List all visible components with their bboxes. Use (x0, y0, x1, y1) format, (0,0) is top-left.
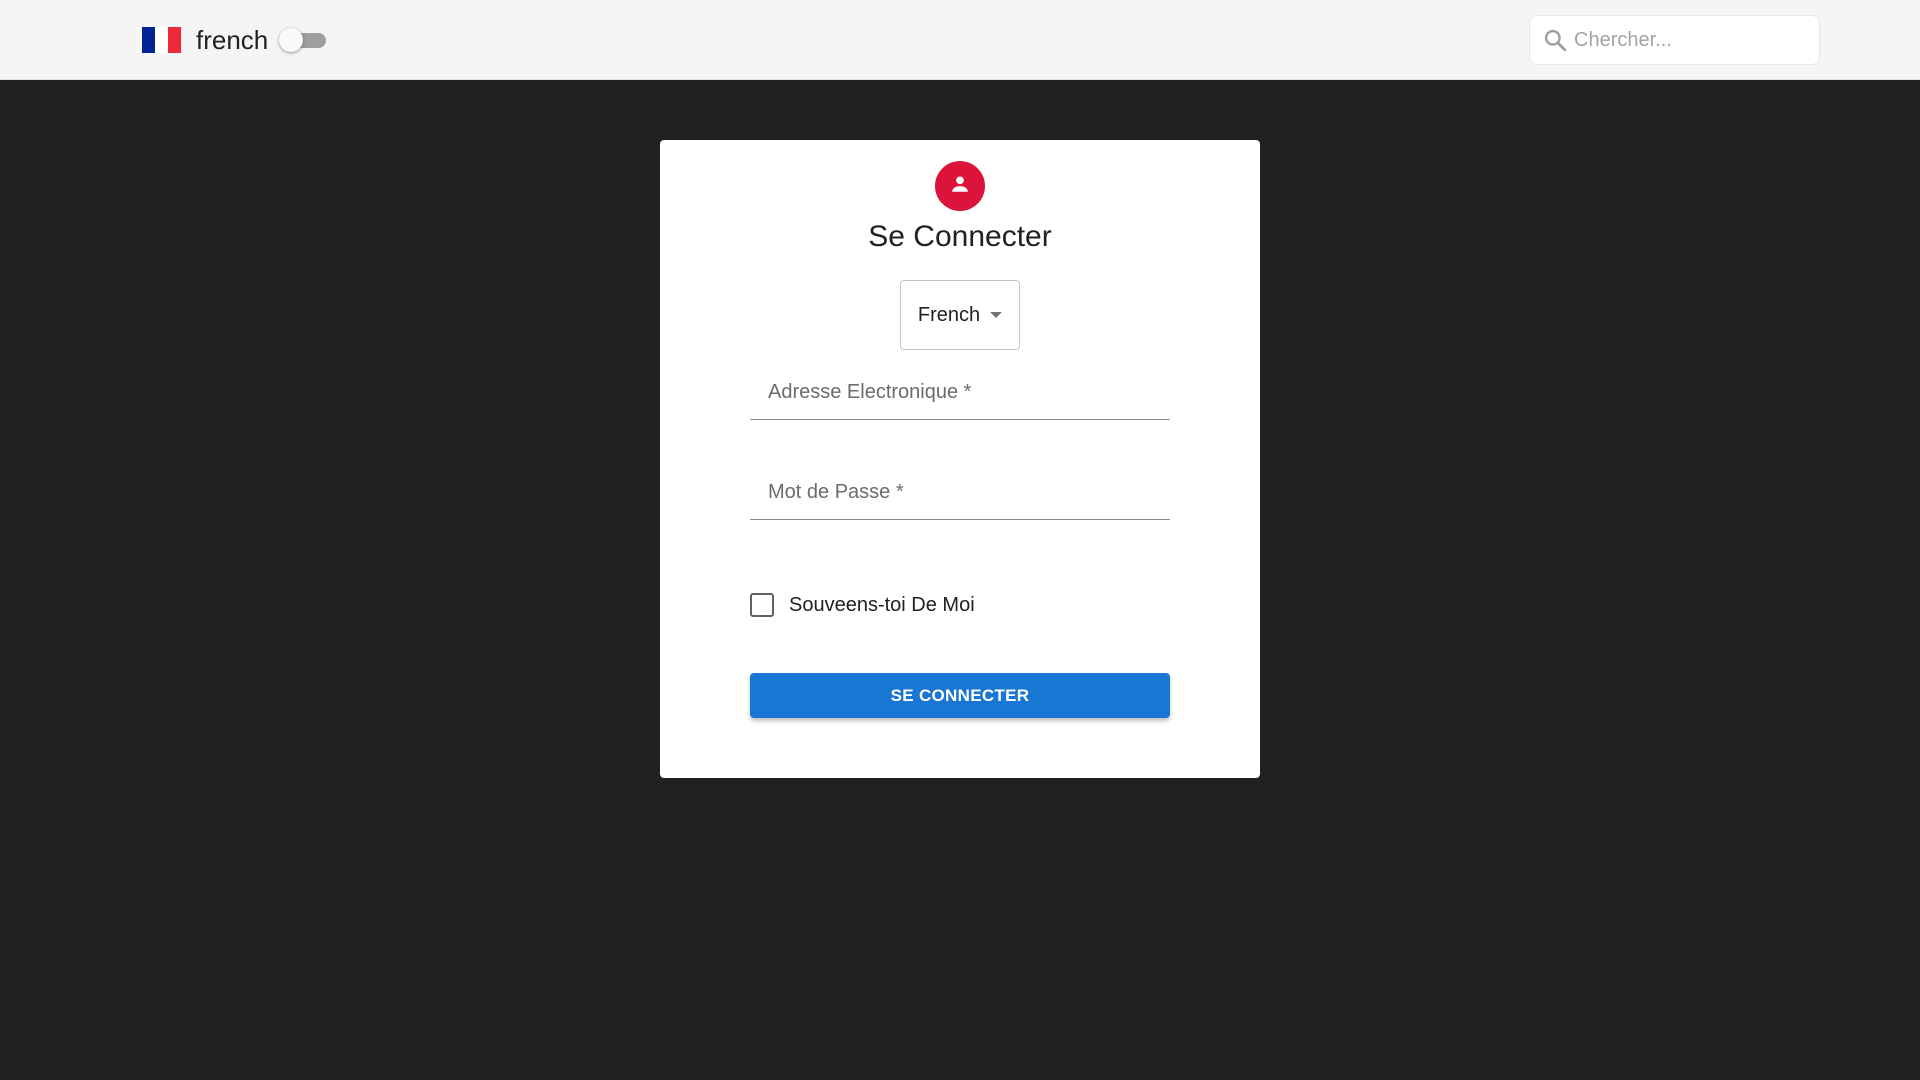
theme-toggle-switch[interactable] (279, 27, 329, 53)
email-input[interactable] (750, 360, 1170, 419)
login-card: Se Connecter French Souveens-toi De Moi … (660, 140, 1260, 778)
sign-in-button[interactable]: SE CONNECTER (750, 673, 1170, 718)
french-flag-icon (142, 27, 181, 53)
language-select[interactable]: French (900, 280, 1020, 350)
person-icon (949, 173, 971, 200)
brand: french (142, 0, 329, 80)
search-icon (1540, 25, 1570, 55)
brand-name: french (196, 24, 269, 55)
login-title: Se Connecter (868, 220, 1052, 253)
search-box[interactable] (1529, 15, 1820, 65)
toggle-thumb[interactable] (279, 28, 304, 52)
email-field[interactable] (750, 360, 1170, 420)
search-input[interactable] (1574, 28, 1804, 52)
avatar (935, 161, 985, 211)
remember-me[interactable]: Souveens-toi De Moi (750, 593, 975, 617)
remember-me-checkbox[interactable] (750, 593, 774, 617)
top-app-bar: french (0, 0, 1920, 80)
password-field[interactable] (750, 460, 1170, 520)
password-input[interactable] (750, 460, 1170, 519)
language-select-value: French (917, 303, 981, 326)
remember-me-label: Souveens-toi De Moi (789, 593, 975, 616)
caret-down-icon (990, 312, 1003, 318)
